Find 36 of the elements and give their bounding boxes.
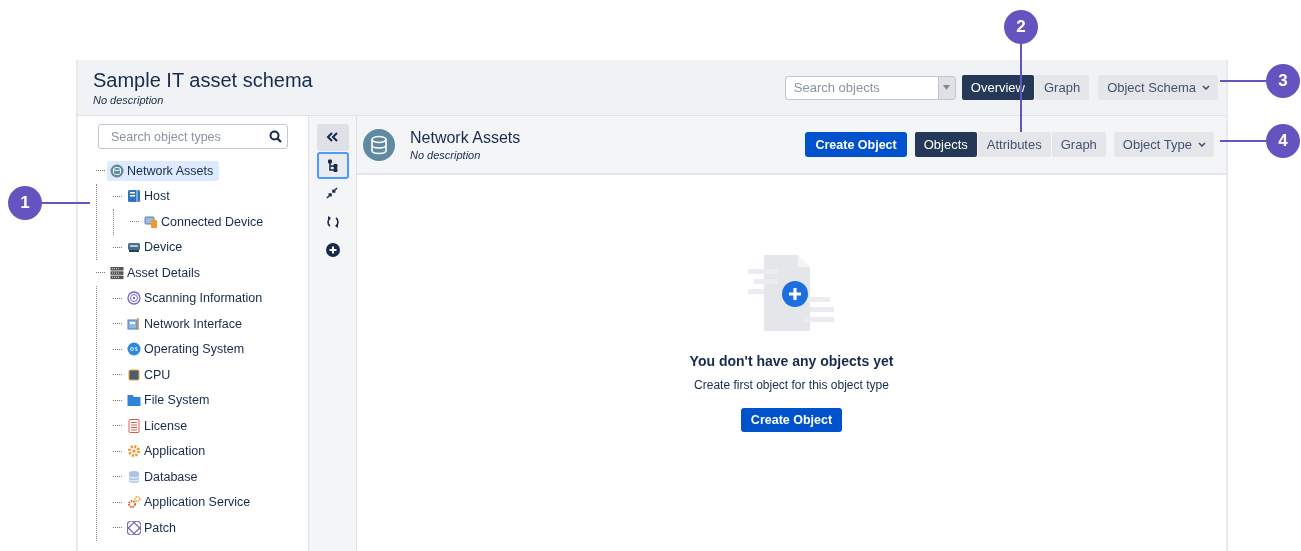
tree-item[interactable]: Network Assets [107,160,220,181]
search-object-types-field[interactable]: Search object types [98,124,288,149]
empty-state-text: Create first object for this object type [694,378,889,392]
schema-title: Sample IT asset schema [93,69,313,92]
tree-item[interactable]: CPU [124,364,177,385]
create-object-button[interactable]: Create Object [740,408,843,432]
create-object-button[interactable]: Create Object [805,132,907,157]
tree-item[interactable]: Database [124,466,204,487]
callout-number-badge: 1 [8,186,42,220]
view-tab[interactable]: Graph [1035,75,1090,100]
callout-number-badge: 3 [1266,64,1300,98]
tree-item[interactable]: Connected Device [141,211,270,232]
view-tab[interactable]: Attributes [977,132,1051,157]
tree-item[interactable]: Patch [124,517,182,538]
tree-item[interactable]: Operating System [124,339,251,360]
object-type-description: No description [410,148,482,161]
object-schema-menu[interactable]: Object Schema [1098,75,1218,100]
view-tab[interactable]: Overview [961,75,1034,100]
tree-item[interactable]: Device [124,237,189,258]
tree-item[interactable]: Host [124,186,176,207]
schema-description: No description [93,94,165,106]
tree-item[interactable]: Application [124,441,212,462]
object-type-menu[interactable]: Object Type [1113,132,1214,157]
tree-item[interactable]: Asset Details [107,262,206,283]
search-objects-field[interactable]: Search objects [784,75,938,100]
callout-number-badge: 4 [1266,124,1300,158]
object-type-title: Network Assets [410,128,522,147]
callout-number-badge: 2 [1004,10,1038,44]
tree-item[interactable]: Network Interface [124,313,248,334]
tree-item[interactable]: License [124,415,194,436]
tree-item[interactable]: File System [124,390,216,411]
tree-item[interactable]: Scanning Information [124,288,269,309]
tree-item[interactable]: Application Service [124,492,257,513]
view-tab[interactable]: Graph [1051,132,1106,157]
empty-state-heading: You don't have any objects yet [689,353,894,369]
view-tab[interactable]: Objects [914,132,977,157]
